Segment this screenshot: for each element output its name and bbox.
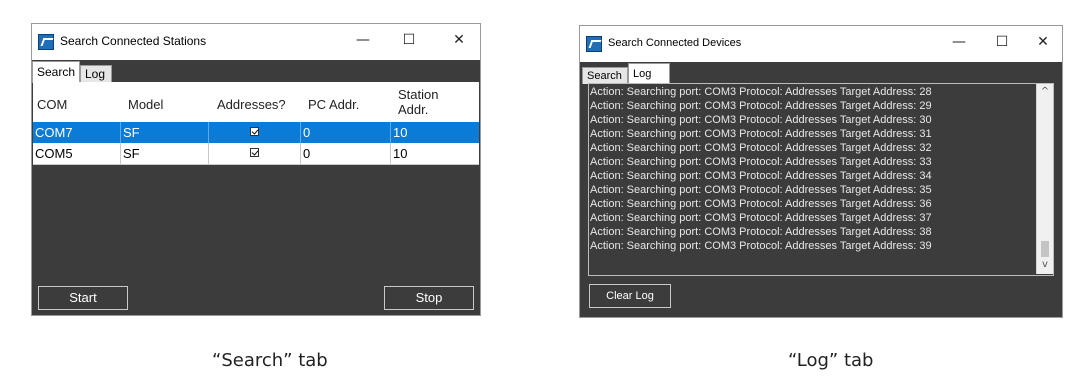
log-line: Action: Searching port: COM3 Protocol: A…	[590, 226, 932, 238]
cell-addresses[interactable]	[209, 122, 301, 143]
log-line: Action: Searching port: COM3 Protocol: A…	[590, 114, 932, 126]
column-header-model[interactable]: Model	[128, 97, 163, 112]
scroll-thumb[interactable]	[1041, 241, 1049, 257]
tab-search[interactable]: Search	[582, 67, 628, 84]
app-icon	[38, 34, 54, 50]
table-row[interactable]: COM5 SF 0 10	[33, 143, 479, 165]
title-bar[interactable]: Search Connected Devices — ☐ ✕	[580, 26, 1062, 62]
log-line: Action: Searching port: COM3 Protocol: A…	[590, 156, 932, 168]
maximize-button[interactable]: ☐	[398, 32, 420, 48]
cell-station-addr[interactable]: 10	[391, 143, 481, 164]
cell-pc-addr[interactable]: 0	[301, 143, 391, 164]
cell-station-addr[interactable]: 10	[391, 122, 481, 143]
cell-model[interactable]: SF	[121, 122, 209, 143]
cell-com[interactable]: COM7	[33, 122, 121, 143]
log-line: Action: Searching port: COM3 Protocol: A…	[590, 184, 932, 196]
close-button[interactable]: ✕	[448, 32, 470, 48]
log-window: Search Connected Devices — ☐ ✕ Search Lo…	[579, 25, 1063, 318]
search-window: Search Connected Stations — ☐ ✕ Search L…	[31, 23, 481, 316]
log-line: Action: Searching port: COM3 Protocol: A…	[590, 128, 932, 140]
tab-search[interactable]: Search	[32, 61, 80, 83]
window-title: Search Connected Devices	[608, 37, 742, 49]
caption-search: “Search” tab	[212, 350, 328, 371]
log-line: Action: Searching port: COM3 Protocol: A…	[590, 142, 932, 154]
minimize-button[interactable]: —	[948, 34, 970, 50]
table-row[interactable]: COM7 SF 0 10	[33, 122, 479, 143]
scroll-up-icon[interactable]: ^	[1037, 86, 1053, 97]
cell-model[interactable]: SF	[121, 143, 209, 164]
addresses-checkbox[interactable]	[250, 127, 259, 136]
cell-pc-addr[interactable]: 0	[301, 122, 391, 143]
column-header-com[interactable]: COM	[37, 97, 67, 112]
cell-addresses[interactable]	[209, 143, 301, 164]
clear-log-button[interactable]: Clear Log	[589, 284, 671, 308]
start-button[interactable]: Start	[38, 286, 128, 310]
log-line: Action: Searching port: COM3 Protocol: A…	[590, 86, 932, 98]
addresses-checkbox[interactable]	[250, 148, 259, 157]
window-title: Search Connected Stations	[60, 34, 207, 48]
title-bar[interactable]: Search Connected Stations — ☐ ✕	[32, 24, 480, 60]
cell-com[interactable]: COM5	[33, 143, 121, 164]
log-line: Action: Searching port: COM3 Protocol: A…	[590, 212, 932, 224]
app-icon	[586, 36, 602, 52]
column-header-addresses[interactable]: Addresses?	[217, 97, 286, 112]
stop-button[interactable]: Stop	[384, 286, 474, 310]
tab-log[interactable]: Log	[628, 63, 670, 85]
log-output[interactable]: Action: Searching port: COM3 Protocol: A…	[588, 83, 1054, 276]
log-line: Action: Searching port: COM3 Protocol: A…	[590, 240, 932, 252]
close-button[interactable]: ✕	[1032, 34, 1054, 50]
scroll-down-icon[interactable]: v	[1037, 259, 1053, 270]
log-line: Action: Searching port: COM3 Protocol: A…	[590, 198, 932, 210]
vertical-scrollbar[interactable]: ^ v	[1036, 84, 1053, 274]
tab-log[interactable]: Log	[80, 65, 112, 82]
log-line: Action: Searching port: COM3 Protocol: A…	[590, 170, 932, 182]
log-line: Action: Searching port: COM3 Protocol: A…	[590, 100, 932, 112]
minimize-button[interactable]: —	[352, 32, 374, 48]
tab-strip: Search Log	[580, 62, 1062, 85]
caption-log: “Log” tab	[788, 350, 874, 371]
tab-strip: Search Log	[32, 60, 480, 83]
column-header-station-addr[interactable]: Station Addr.	[398, 87, 438, 117]
column-header-pc-addr[interactable]: PC Addr.	[308, 97, 359, 112]
maximize-button[interactable]: ☐	[991, 34, 1013, 50]
